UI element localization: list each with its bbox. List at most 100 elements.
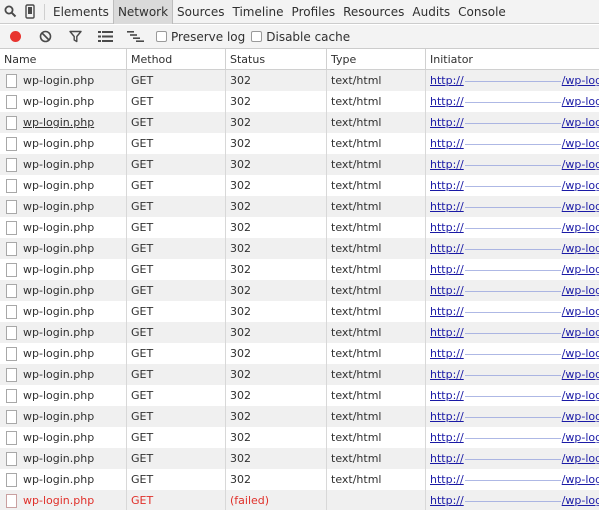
initiator-link[interactable]: http:// /wp-login.php — [430, 137, 599, 150]
request-name[interactable]: wp-login.php — [23, 343, 94, 364]
table-row[interactable]: wp-login.php GET 302 text/html http:// /wp-lo… — [0, 448, 599, 469]
request-name[interactable]: wp-login.php — [23, 70, 94, 91]
filter-button[interactable] — [60, 25, 90, 49]
table-row[interactable]: wp-login.php GET 302 text/html http:// /wp-lo… — [0, 133, 599, 154]
initiator-link[interactable]: http:// /wp-login.php — [430, 410, 599, 423]
initiator-link[interactable]: http:// /wp-login.php — [430, 326, 599, 339]
request-name[interactable]: wp-login.php — [23, 364, 94, 385]
initiator-link[interactable]: http:// /wp-login.php — [430, 116, 599, 129]
table-row[interactable]: wp-login.php GET 302 text/html http:// /wp-lo… — [0, 70, 599, 91]
tab-elements[interactable]: Elements — [49, 0, 113, 24]
request-name[interactable]: wp-login.php — [23, 238, 94, 259]
table-row[interactable]: wp-login.php GET(failed) http:// /wp-login.… — [0, 490, 599, 510]
initiator-link[interactable]: http:// /wp-login.php — [430, 368, 599, 381]
tab-resources[interactable]: Resources — [339, 0, 408, 24]
cell-name[interactable]: wp-login.php — [0, 70, 127, 91]
initiator-link[interactable]: http:// /wp-login.php — [430, 452, 599, 465]
column-header-name[interactable]: Name — [0, 49, 127, 70]
cell-name[interactable]: wp-login.php — [0, 364, 127, 385]
cell-name[interactable]: wp-login.php — [0, 280, 127, 301]
table-row[interactable]: wp-login.php GET 302 text/html http:// /wp-lo… — [0, 196, 599, 217]
preserve-log-checkbox[interactable]: Preserve log — [156, 25, 245, 49]
initiator-link[interactable]: http:// /wp-login.php — [430, 347, 599, 360]
initiator-link[interactable]: http:// /wp-login.php — [430, 95, 599, 108]
cell-name[interactable]: wp-login.php — [0, 175, 127, 196]
initiator-link[interactable]: http:// /wp-login.php — [430, 431, 599, 444]
cell-name[interactable]: wp-login.php — [0, 217, 127, 238]
cell-name[interactable]: wp-login.php — [0, 406, 127, 427]
initiator-link[interactable]: http:// /wp-login.php — [430, 158, 599, 171]
cell-name[interactable]: wp-login.php — [0, 133, 127, 154]
tab-console[interactable]: Console — [454, 0, 510, 24]
initiator-link[interactable]: http:// /wp-login.php — [430, 242, 599, 255]
table-row[interactable]: wp-login.php GET 302 text/html http:// /wp-lo… — [0, 343, 599, 364]
table-row[interactable]: wp-login.php GET 302 text/html http:// /wp-lo… — [0, 301, 599, 322]
table-row[interactable]: wp-login.php GET 302 text/html http:// /wp-lo… — [0, 91, 599, 112]
request-name[interactable]: wp-login.php — [23, 469, 94, 490]
cell-name[interactable]: wp-login.php — [0, 490, 127, 510]
cell-name[interactable]: wp-login.php — [0, 301, 127, 322]
column-header-status[interactable]: Status — [226, 49, 327, 70]
tab-timeline[interactable]: Timeline — [229, 0, 288, 24]
clear-button[interactable] — [30, 25, 60, 49]
tab-network[interactable]: Network — [112, 0, 174, 24]
request-name[interactable]: wp-login.php — [23, 322, 94, 343]
disable-cache-box[interactable] — [251, 31, 263, 42]
table-row[interactable]: wp-login.php GET 302 text/html http:// /wp-lo… — [0, 469, 599, 490]
cell-name[interactable]: wp-login.php — [0, 91, 127, 112]
record-button[interactable] — [0, 25, 30, 49]
request-name[interactable]: wp-login.php — [23, 154, 94, 175]
initiator-link[interactable]: http:// /wp-login.php — [430, 200, 599, 213]
initiator-link[interactable]: http:// /wp-login.php — [430, 494, 599, 507]
initiator-link[interactable]: http:// /wp-login.php — [430, 473, 599, 486]
request-name[interactable]: wp-login.php — [23, 259, 94, 280]
initiator-link[interactable]: http:// /wp-login.php — [430, 74, 599, 87]
request-name[interactable]: wp-login.php — [23, 490, 94, 510]
request-name[interactable]: wp-login.php — [23, 196, 94, 217]
initiator-link[interactable]: http:// /wp-login.php — [430, 389, 599, 402]
table-row[interactable]: wp-login.php GET 302 text/html http:// /wp-lo… — [0, 406, 599, 427]
table-row[interactable]: wp-login.php GET 302 text/html http:// /wp-lo… — [0, 364, 599, 385]
cell-name[interactable]: wp-login.php — [0, 154, 127, 175]
cell-name[interactable]: wp-login.php — [0, 259, 127, 280]
cell-name[interactable]: wp-login.php — [0, 322, 127, 343]
table-row[interactable]: wp-login.php GET 302 text/html http:// /wp-lo… — [0, 238, 599, 259]
initiator-link[interactable]: http:// /wp-login.php — [430, 305, 599, 318]
table-row[interactable]: wp-login.php GET 302 text/html http:// /wp-lo… — [0, 322, 599, 343]
table-row[interactable]: wp-login.php GET 302 text/html http:// /wp-lo… — [0, 259, 599, 280]
preserve-log-box[interactable] — [156, 31, 167, 42]
column-header-initiator[interactable]: Initiator — [426, 49, 599, 70]
table-row[interactable]: wp-login.php GET 302 text/html http:// /wp-lo… — [0, 112, 599, 133]
table-row[interactable]: wp-login.php GET 302 text/html http:// /wp-lo… — [0, 427, 599, 448]
disable-cache-checkbox[interactable]: Disable cache — [251, 25, 350, 49]
table-row[interactable]: wp-login.php GET 302 text/html http:// /wp-lo… — [0, 154, 599, 175]
cell-name[interactable]: wp-login.php — [0, 385, 127, 406]
request-name[interactable]: wp-login.php — [23, 448, 94, 469]
large-rows-button[interactable] — [90, 25, 120, 49]
column-header-method[interactable]: Method — [127, 49, 226, 70]
initiator-link[interactable]: http:// /wp-login.php — [430, 263, 599, 276]
request-name[interactable]: wp-login.php — [23, 91, 94, 112]
request-name[interactable]: wp-login.php — [23, 406, 94, 427]
overview-button[interactable] — [120, 25, 150, 49]
request-name[interactable]: wp-login.php — [23, 301, 94, 322]
column-header-type[interactable]: Type — [327, 49, 426, 70]
request-name[interactable]: wp-login.php — [23, 112, 94, 133]
cell-name[interactable]: wp-login.php — [0, 196, 127, 217]
table-row[interactable]: wp-login.php GET 302 text/html http:// /wp-lo… — [0, 217, 599, 238]
table-row[interactable]: wp-login.php GET 302 text/html http:// /wp-lo… — [0, 385, 599, 406]
initiator-link[interactable]: http:// /wp-login.php — [430, 284, 599, 297]
request-name[interactable]: wp-login.php — [23, 280, 94, 301]
table-row[interactable]: wp-login.php GET 302 text/html http:// /wp-lo… — [0, 280, 599, 301]
table-row[interactable]: wp-login.php GET 302 text/html http:// /wp-lo… — [0, 175, 599, 196]
cell-name[interactable]: wp-login.php — [0, 427, 127, 448]
search-icon[interactable] — [0, 0, 20, 24]
device-mode-icon[interactable] — [20, 0, 40, 24]
cell-name[interactable]: wp-login.php — [0, 448, 127, 469]
request-name[interactable]: wp-login.php — [23, 217, 94, 238]
tab-profiles[interactable]: Profiles — [288, 0, 340, 24]
initiator-link[interactable]: http:// /wp-login.php — [430, 179, 599, 192]
cell-name[interactable]: wp-login.php — [0, 469, 127, 490]
cell-name[interactable]: wp-login.php — [0, 343, 127, 364]
initiator-link[interactable]: http:// /wp-login.php — [430, 221, 599, 234]
